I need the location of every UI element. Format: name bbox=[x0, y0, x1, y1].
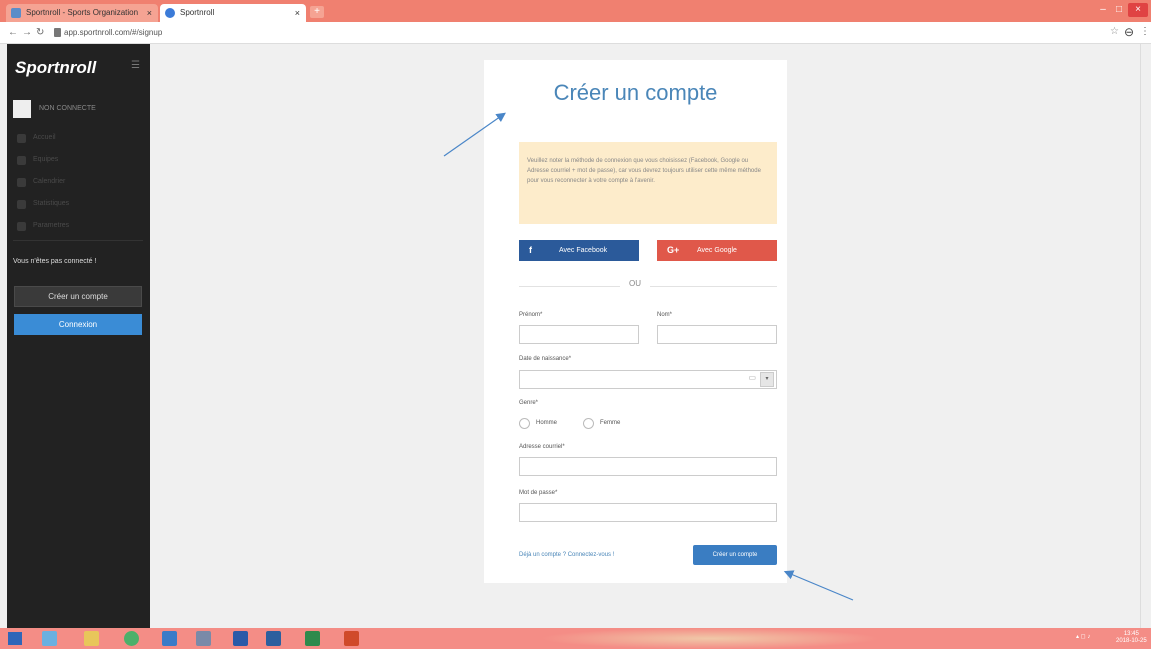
team-icon bbox=[17, 156, 26, 165]
sidebar-item-settings[interactable]: Parametres bbox=[13, 216, 143, 238]
app-icon[interactable] bbox=[196, 631, 211, 646]
windows-start-icon[interactable] bbox=[8, 632, 22, 645]
lastname-input[interactable] bbox=[657, 325, 777, 344]
browser-tab-active[interactable]: Sportnroll × bbox=[160, 4, 306, 22]
page-title: Créer un compte bbox=[553, 80, 718, 105]
tab-title: Sportnroll bbox=[180, 8, 215, 17]
chrome-icon[interactable] bbox=[124, 631, 139, 646]
calendar-icon bbox=[17, 178, 26, 187]
sidebar: Sportnroll ☰ NON CONNECTE Accueil Equipe… bbox=[7, 44, 150, 628]
new-tab-button[interactable]: + bbox=[310, 6, 324, 18]
sidebar-item-label: Statistiques bbox=[33, 200, 70, 207]
file-explorer-icon[interactable] bbox=[84, 631, 99, 646]
firstname-label: Prénom* bbox=[519, 312, 543, 318]
lastname-label: Nom* bbox=[657, 312, 673, 318]
browser-tab[interactable]: Sportnroll - Sports Organization × bbox=[6, 4, 158, 22]
tab-favicon-icon bbox=[165, 8, 175, 18]
page-gutter bbox=[0, 44, 7, 628]
gear-icon bbox=[17, 222, 26, 231]
account-icon[interactable]: ⊖ bbox=[1124, 25, 1134, 39]
gender-label: Genre* bbox=[519, 400, 539, 406]
tab-title: Sportnroll - Sports Organization bbox=[26, 8, 139, 17]
back-arrow-icon[interactable]: ← bbox=[8, 26, 18, 40]
sidebar-user: NON CONNECTE bbox=[13, 100, 143, 120]
create-account-button[interactable]: Créer un compte bbox=[693, 545, 777, 565]
window-minimize-button[interactable]: – bbox=[1096, 3, 1110, 17]
browser-menu-icon[interactable]: ⋮ bbox=[1140, 26, 1150, 37]
sidebar-item-teams[interactable]: Equipes bbox=[13, 150, 143, 172]
or-label: OU bbox=[620, 279, 650, 288]
bookmark-star-icon[interactable]: ☆ bbox=[1110, 26, 1119, 37]
google-plus-icon: G+ bbox=[667, 245, 680, 255]
word-icon[interactable] bbox=[266, 631, 281, 646]
url-field[interactable]: app.sportnroll.com/#/signup bbox=[64, 27, 162, 39]
firstname-input[interactable] bbox=[519, 325, 639, 344]
sidebar-login-button[interactable]: Connexion bbox=[14, 314, 142, 335]
address-bar: ← → ↻ app.sportnroll.com/#/signup ☆ ⊖ ⋮ bbox=[0, 22, 1151, 44]
reload-icon[interactable]: ↻ bbox=[36, 26, 44, 40]
user-status-label: NON CONNECTE bbox=[39, 105, 96, 112]
lock-icon bbox=[54, 28, 61, 37]
notice-box: Veuillez noter la méthode de connexion q… bbox=[519, 142, 777, 224]
page: Sportnroll ☰ NON CONNECTE Accueil Equipe… bbox=[0, 44, 1151, 628]
sidebar-item-label: Parametres bbox=[33, 222, 70, 229]
sidebar-create-account-button[interactable]: Créer un compte bbox=[14, 286, 142, 307]
sidebar-item-calendar[interactable]: Calendrier bbox=[13, 172, 143, 194]
avatar bbox=[13, 100, 31, 118]
window-close-button[interactable]: × bbox=[1128, 3, 1148, 17]
email-label: Adresse courriel* bbox=[519, 444, 565, 450]
calendar-icon[interactable]: ▭ bbox=[748, 373, 756, 382]
signup-card: Créer un compte Veuillez noter la méthod… bbox=[484, 60, 787, 583]
outlook-icon[interactable] bbox=[233, 631, 248, 646]
clock-time: 13:45 bbox=[1123, 631, 1139, 637]
sidebar-item-stats[interactable]: Statistiques bbox=[13, 194, 143, 216]
gender-female-label: Femme bbox=[600, 420, 621, 426]
clock-date: 2018-10-25 bbox=[1116, 638, 1147, 644]
password-field[interactable] bbox=[519, 503, 777, 522]
google-button-label: Avec Google bbox=[697, 247, 737, 254]
hamburger-icon[interactable]: ☰ bbox=[131, 60, 140, 71]
system-tray-icons[interactable]: ▴ ◻ ♪ bbox=[1076, 633, 1090, 640]
gender-female-radio[interactable] bbox=[583, 418, 594, 429]
date-picker-button[interactable]: ▾ bbox=[760, 372, 774, 387]
page-scrollbar[interactable] bbox=[1140, 44, 1151, 628]
tab-close-icon[interactable]: × bbox=[295, 4, 300, 22]
facebook-icon: f bbox=[529, 245, 532, 255]
sidebar-item-home[interactable]: Accueil bbox=[13, 128, 143, 150]
sidebar-item-label: Accueil bbox=[33, 134, 56, 141]
facebook-login-button[interactable]: f Avec Facebook bbox=[519, 240, 639, 261]
facebook-button-label: Avec Facebook bbox=[559, 247, 608, 254]
browser-tab-bar: Sportnroll - Sports Organization × Sport… bbox=[0, 0, 1151, 22]
gender-male-radio[interactable] bbox=[519, 418, 530, 429]
forward-arrow-icon[interactable]: → bbox=[22, 26, 32, 40]
powerpoint-icon[interactable] bbox=[344, 631, 359, 646]
window-maximize-button[interactable]: □ bbox=[1112, 3, 1126, 17]
google-login-button[interactable]: G+ Avec Google bbox=[657, 240, 777, 261]
taskbar-clock[interactable]: 13:45 2018-10-25 bbox=[1116, 631, 1147, 645]
stats-icon bbox=[17, 200, 26, 209]
birthdate-input[interactable]: ▭ ▾ bbox=[519, 370, 777, 389]
password-label: Mot de passe* bbox=[519, 490, 558, 496]
tab-close-icon[interactable]: × bbox=[147, 4, 152, 22]
sidebar-item-label: Calendrier bbox=[33, 178, 66, 185]
login-link[interactable]: Déjà un compte ? Connectez-vous ! bbox=[519, 552, 614, 558]
sidebar-item-label: Equipes bbox=[33, 156, 59, 163]
birthdate-label: Date de naissance* bbox=[519, 356, 572, 362]
sidebar-nav: Accueil Equipes Calendrier Statistiques … bbox=[13, 128, 143, 238]
taskbar-wallpaper-glow bbox=[540, 628, 880, 649]
sidebar-divider bbox=[13, 240, 143, 241]
brand-logo[interactable]: Sportnroll bbox=[15, 58, 96, 78]
tab-favicon-icon bbox=[11, 8, 21, 18]
excel-icon[interactable] bbox=[305, 631, 320, 646]
ie-icon[interactable] bbox=[42, 631, 57, 646]
login-status-text: Vous n'êtes pas connecté ! bbox=[13, 258, 97, 265]
app-icon[interactable] bbox=[162, 631, 177, 646]
taskbar: ▴ ◻ ♪ 13:45 2018-10-25 bbox=[0, 628, 1151, 649]
home-icon bbox=[17, 134, 26, 143]
gender-male-label: Homme bbox=[536, 420, 558, 426]
email-field[interactable] bbox=[519, 457, 777, 476]
